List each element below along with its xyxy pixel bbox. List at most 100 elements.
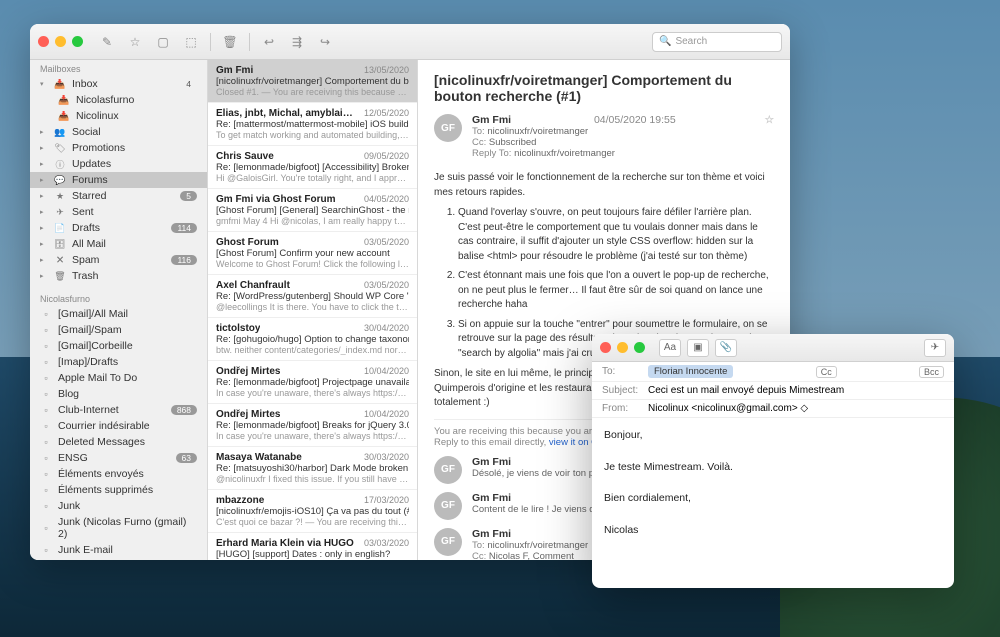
folder-icon: 💬 <box>54 174 66 186</box>
reply-button[interactable]: ↩ <box>257 32 281 52</box>
folder-icon: 🗑 <box>54 270 66 282</box>
star-icon[interactable]: ☆ <box>765 114 774 126</box>
disclosure-icon: ▸ <box>40 160 48 168</box>
sidebar-item[interactable]: ▸🏷Promotions <box>30 140 207 156</box>
reply-all-button[interactable]: ⇶ <box>285 32 309 52</box>
cc-button[interactable]: Cc <box>816 366 837 378</box>
sidebar-folder[interactable]: ▫Éléments envoyés <box>30 466 207 482</box>
message-title: [nicolinuxfr/voiretmanger] Comportement … <box>434 72 774 104</box>
minimize-window[interactable] <box>617 342 628 353</box>
to-field[interactable]: To: Florian Innocente Cc Bcc <box>592 362 954 382</box>
sidebar-item[interactable]: ▸🗄All Mail <box>30 236 207 252</box>
message-list: Gm Fmi13/05/2020[nicolinuxfr/voiretmange… <box>208 60 418 560</box>
message-row[interactable]: Gm Fmi via Ghost Forum04/05/2020[Ghost F… <box>208 189 417 232</box>
inbox-icon: 📥 <box>54 78 66 90</box>
sidebar-folder[interactable]: ▫[Gmail]Corbeille <box>30 338 207 354</box>
sidebar-folder[interactable]: ▫Apple Mail To Do <box>30 370 207 386</box>
sidebar-account[interactable]: 📥Nicolinux <box>30 108 207 124</box>
folder-icon: ▫ <box>40 420 52 432</box>
sidebar-item[interactable]: ▸★Starred5 <box>30 188 207 204</box>
sidebar-folder[interactable]: ▫Deleted Messages <box>30 434 207 450</box>
folder-icon: ▫ <box>40 372 52 384</box>
close-window[interactable] <box>38 36 49 47</box>
message-row[interactable]: Gm Fmi13/05/2020[nicolinuxfr/voiretmange… <box>208 60 417 103</box>
send-button[interactable]: ✈ <box>924 339 946 357</box>
search-icon: 🔍 <box>659 36 671 47</box>
sidebar-item[interactable]: ▸💬Forums <box>30 172 207 188</box>
folder-icon: ▫ <box>40 544 52 556</box>
message-row[interactable]: mbazzone17/03/2020[nicolinuxfr/emojis-iO… <box>208 490 417 533</box>
sidebar-folder[interactable]: ▫Club-Internet868 <box>30 402 207 418</box>
message-row[interactable]: Erhard Maria Klein via HUGO03/03/2020[HU… <box>208 533 417 560</box>
sidebar-folder[interactable]: ▫Junk <box>30 498 207 514</box>
sidebar-item[interactable]: ▸ⓘUpdates <box>30 156 207 172</box>
compose-body[interactable]: Bonjour, Je teste Mimestream. Voilà. Bie… <box>592 418 954 588</box>
search-input[interactable]: 🔍 Search <box>652 32 782 52</box>
message-row[interactable]: Ghost Forum03/05/2020[Ghost Forum] Confi… <box>208 232 417 275</box>
header-date: 04/05/2020 19:55 <box>594 114 676 126</box>
close-window[interactable] <box>600 342 611 353</box>
folder-icon: ▫ <box>40 356 52 368</box>
sidebar-item[interactable]: ▸✈Sent <box>30 204 207 220</box>
avatar: GF <box>434 114 462 142</box>
sidebar-folder[interactable]: ▫Éléments supprimés <box>30 482 207 498</box>
sidebar-item[interactable]: ▸👥Social <box>30 124 207 140</box>
attach-button[interactable]: 📎 <box>715 339 737 357</box>
sidebar-folder[interactable]: ▫Notes <box>30 558 207 560</box>
sidebar-item[interactable]: ▸📄Drafts114 <box>30 220 207 236</box>
sidebar-item[interactable]: ▸🗙Spam116 <box>30 252 207 268</box>
disclosure-icon: ▸ <box>40 128 48 136</box>
sidebar-folder[interactable]: ▫Junk (Nicolas Furno (gmail) 2) <box>30 514 207 542</box>
archive-button[interactable]: ▢ <box>151 32 175 52</box>
message-row[interactable]: Ondřej Mirtes10/04/2020Re: [lemonmade/bi… <box>208 361 417 404</box>
recipient-pill[interactable]: Florian Innocente <box>648 365 733 378</box>
message-row[interactable]: Chris Sauve09/05/2020Re: [lemonmade/bigf… <box>208 146 417 189</box>
folder-icon: ✈ <box>54 206 66 218</box>
sidebar-folder[interactable]: ▫[Imap]/Drafts <box>30 354 207 370</box>
minimize-window[interactable] <box>55 36 66 47</box>
sidebar-folder[interactable]: ▫Blog <box>30 386 207 402</box>
from-field[interactable]: From: Nicolinux <nicolinux@gmail.com> ◇ <box>592 400 954 418</box>
header-from: Gm Fmi <box>472 114 511 126</box>
sidebar-account[interactable]: 📥Nicolasfurno <box>30 92 207 108</box>
star-button[interactable]: ☆ <box>123 32 147 52</box>
folder-icon: ▫ <box>40 468 52 480</box>
zoom-window[interactable] <box>72 36 83 47</box>
bcc-button[interactable]: Bcc <box>919 366 944 378</box>
inbox-icon: 📥 <box>58 94 70 106</box>
photo-button[interactable]: ▣ <box>687 339 709 357</box>
folder-icon: ★ <box>54 190 66 202</box>
sidebar-folder[interactable]: ▫Courrier indésirable <box>30 418 207 434</box>
disclosure-icon: ▸ <box>40 176 48 184</box>
sidebar-folder[interactable]: ▫[Gmail]/Spam <box>30 322 207 338</box>
sidebar-folder[interactable]: ▫[Gmail]/All Mail <box>30 306 207 322</box>
folder-icon: 👥 <box>54 126 66 138</box>
folder-icon: ▫ <box>40 340 52 352</box>
sidebar-folder[interactable]: ▫Junk E-mail <box>30 542 207 558</box>
zoom-window[interactable] <box>634 342 645 353</box>
move-button[interactable]: ⬚ <box>179 32 203 52</box>
sidebar-item[interactable]: ▸🗑Trash <box>30 268 207 284</box>
folder-icon: 🗙 <box>54 254 66 266</box>
folder-icon: 🗄 <box>54 238 66 250</box>
sidebar-folder[interactable]: ▫ENSG63 <box>30 450 207 466</box>
font-button[interactable]: Aa <box>659 339 681 357</box>
disclosure-icon: ▸ <box>40 224 48 232</box>
disclosure-icon: ▸ <box>40 144 48 152</box>
message-row[interactable]: Ondřej Mirtes10/04/2020Re: [lemonmade/bi… <box>208 404 417 447</box>
delete-button[interactable]: 🗑 <box>218 32 242 52</box>
message-row[interactable]: Axel Chanfrault03/05/2020Re: [WordPress/… <box>208 275 417 318</box>
disclosure-icon: ▸ <box>40 272 48 280</box>
subject-field[interactable]: Subject: Ceci est un mail envoyé depuis … <box>592 382 954 400</box>
disclosure-icon: ▸ <box>40 208 48 216</box>
forward-button[interactable]: ↪ <box>313 32 337 52</box>
message-row[interactable]: Masaya Watanabe30/03/2020Re: [matsuyoshi… <box>208 447 417 490</box>
folder-icon: 📄 <box>54 222 66 234</box>
avatar: GF <box>434 492 462 520</box>
sidebar-inbox[interactable]: ▾ 📥 Inbox 4 <box>30 76 207 92</box>
message-row[interactable]: tictolstoy30/04/2020Re: [gohugoio/hugo] … <box>208 318 417 361</box>
message-row[interactable]: Elias, jnbt, Michal, amyblais, Anton, Ma… <box>208 103 417 146</box>
sidebar-section: Mailboxes <box>30 60 207 76</box>
compose-button[interactable]: ✎ <box>95 32 119 52</box>
folder-icon: ▫ <box>40 484 52 496</box>
